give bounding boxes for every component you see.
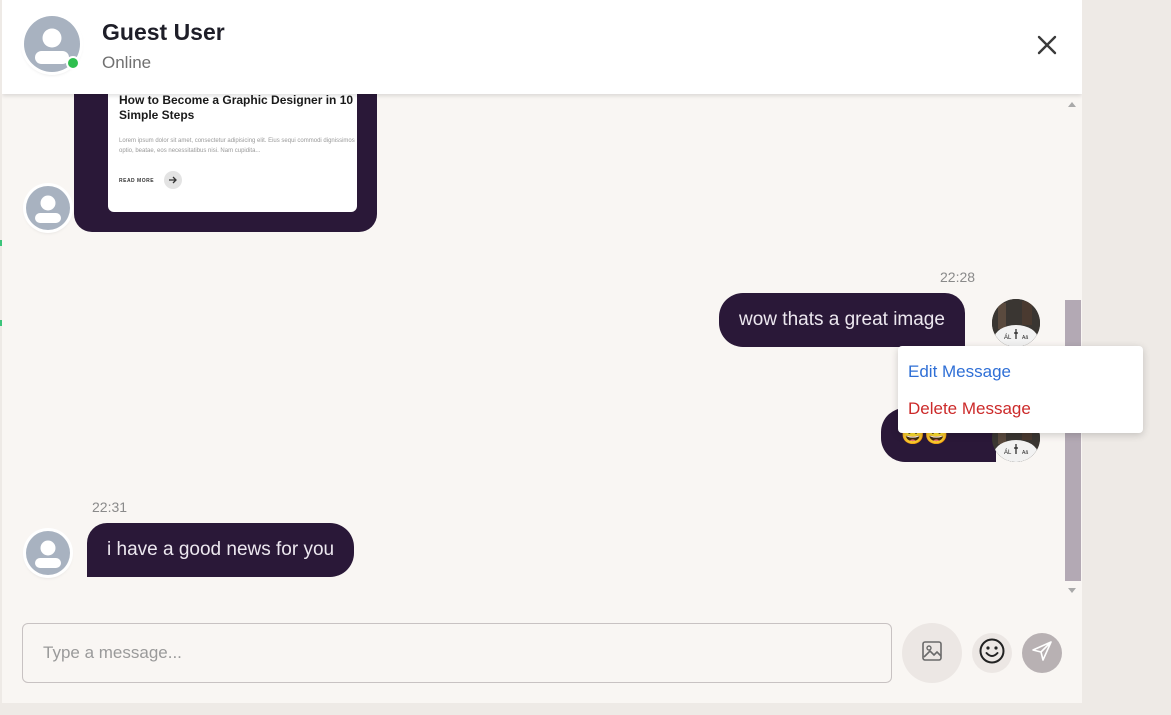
svg-text:Aã: Aã: [1022, 335, 1028, 341]
contact-avatar: [24, 16, 80, 72]
emoji-button[interactable]: [972, 633, 1012, 673]
svg-text:Aã: Aã: [1022, 450, 1028, 456]
delete-message-item[interactable]: Delete Message: [908, 399, 1031, 419]
outgoing-message[interactable]: wow thats a great image: [719, 293, 965, 347]
guest-avatar: [26, 186, 70, 230]
read-more-link[interactable]: READ MORE: [119, 178, 154, 184]
svg-text:ÁL: ÁL: [1004, 449, 1012, 456]
online-status-dot: [66, 56, 80, 70]
contact-status: Online: [102, 53, 152, 72]
send-icon: [1030, 639, 1054, 668]
scroll-down-arrow[interactable]: [1068, 588, 1076, 593]
edit-message-item[interactable]: Edit Message: [908, 362, 1011, 382]
attach-image-button[interactable]: [902, 623, 962, 683]
send-button[interactable]: [1022, 633, 1062, 673]
scrollbar-thumb[interactable]: [1065, 300, 1081, 581]
scroll-up-arrow[interactable]: [1068, 102, 1076, 107]
message-input[interactable]: [22, 623, 892, 683]
smile-icon: [978, 637, 1006, 670]
message-context-menu: Edit Message Delete Message: [898, 346, 1143, 433]
image-icon: [921, 640, 943, 667]
arrow-right-icon[interactable]: [164, 171, 182, 189]
post-excerpt: Lorem ipsum dolor sit amet, consectetur …: [119, 138, 355, 154]
message-time: 22:31: [92, 499, 128, 515]
message-time: 22:28: [940, 269, 976, 285]
incoming-message[interactable]: i have a good news for you: [87, 523, 355, 577]
user-photo-avatar: ÁL Aã: [992, 299, 1040, 347]
post-title: How to Become a Graphic Designer in 10 S…: [119, 93, 354, 122]
shared-post-card[interactable]: How to Become a Graphic Designer in 10 S…: [108, 80, 357, 212]
chat-header: Guest User Online: [2, 0, 1082, 94]
guest-avatar: [26, 531, 70, 575]
contact-name: Guest User: [102, 19, 225, 45]
close-icon[interactable]: [1032, 30, 1062, 60]
svg-text:ÁL: ÁL: [1004, 334, 1012, 341]
